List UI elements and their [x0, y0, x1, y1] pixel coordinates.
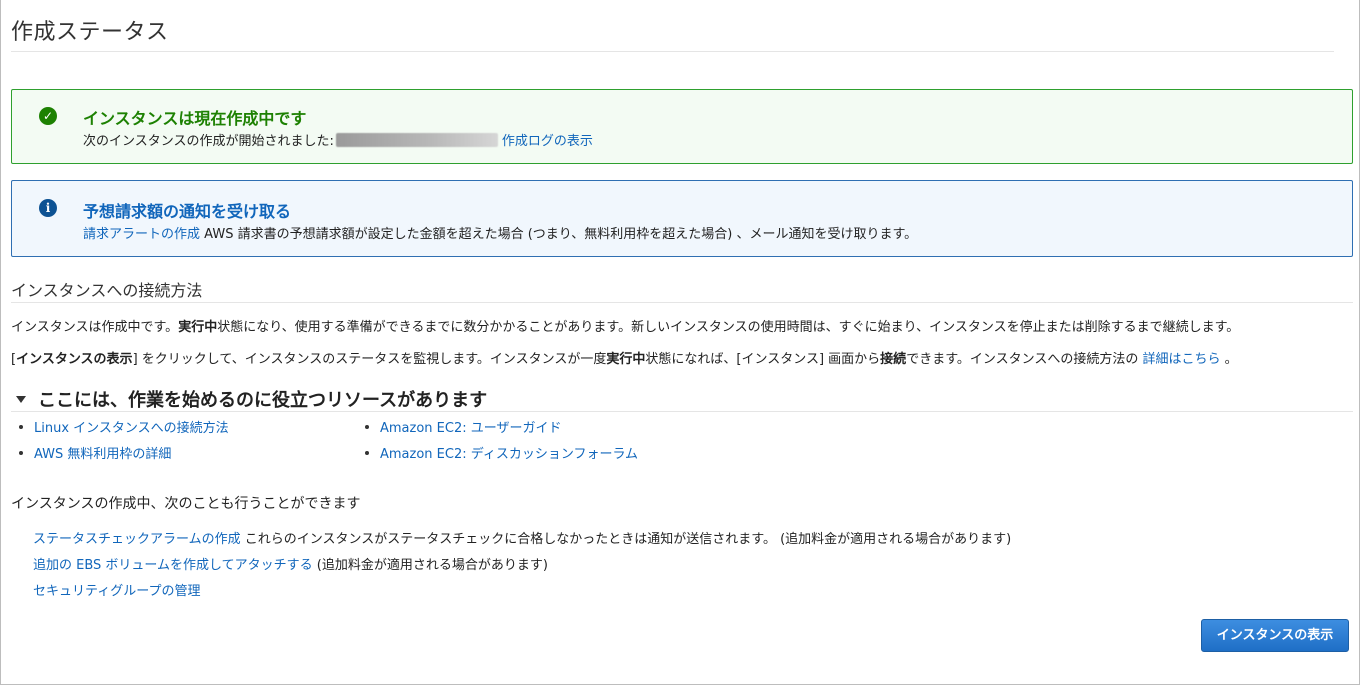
create-billing-alert-link[interactable]: 請求アラートの作成 [83, 227, 200, 242]
success-alert-heading: インスタンスは現在作成中です [83, 109, 307, 128]
action-note: (追加料金が適用される場合があります) [312, 558, 548, 573]
bullet-icon [365, 451, 369, 455]
resource-link-free-tier[interactable]: AWS 無料利用枠の詳細 [34, 447, 171, 462]
success-alert: ✓ インスタンスは現在作成中です 次のインスタンスの作成が開始されました: 作成ロ… [11, 89, 1353, 164]
p2-text-g: できます。インスタンスへの接続方法の [906, 352, 1143, 367]
page-title: 作成ステータス [11, 20, 169, 45]
p2-text-h: 。 [1220, 352, 1238, 367]
caret-down-icon [16, 396, 26, 403]
resources-divider [11, 411, 1353, 412]
bullet-icon [365, 425, 369, 429]
bullet-icon [19, 451, 23, 455]
create-ebs-volume-link[interactable]: 追加の EBS ボリュームを作成してアタッチする [33, 558, 313, 573]
also-heading: インスタンスの作成中、次のことも行うことができます [11, 496, 361, 512]
p2-bold-connect: 接続 [880, 352, 907, 367]
billing-alert-heading: 予想請求額の通知を受け取る [83, 202, 292, 221]
p2-bold-view-instances: インスタンスの表示 [16, 352, 133, 367]
action-item: セキュリティグループの管理 [33, 580, 200, 599]
resources-heading: ここには、作業を始めるのに役立つリソースがあります [38, 390, 488, 411]
billing-alert-body: 請求アラートの作成 AWS 請求書の予想請求額が設定した金額を超えた場合 (つま… [83, 223, 917, 242]
manage-security-groups-link[interactable]: セキュリティグループの管理 [33, 584, 200, 599]
p2-text-c: ] をクリックして、インスタンスのステータスを監視します。インスタンスが一度 [132, 352, 607, 367]
billing-alert: i 予想請求額の通知を受け取る 請求アラートの作成 AWS 請求書の予想請求額が… [11, 180, 1353, 257]
connect-heading: インスタンスへの接続方法 [11, 281, 203, 300]
p1-text-a: インスタンスは作成中です。 [11, 320, 179, 335]
resource-link-forum[interactable]: Amazon EC2: ディスカッションフォーラム [380, 447, 638, 462]
resource-list-item: Amazon EC2: ユーザーガイド [365, 417, 562, 436]
resource-link-linux-connect[interactable]: Linux インスタンスへの接続方法 [34, 421, 229, 436]
action-note: これらのインスタンスがステータスチェックに合格しなかったときは通知が送信されます… [240, 532, 1012, 547]
resource-list-item: Linux インスタンスへの接続方法 [19, 417, 229, 436]
view-instances-button[interactable]: インスタンスの表示 [1201, 619, 1349, 652]
action-item: ステータスチェックアラームの作成 これらのインスタンスがステータスチェックに合格… [33, 528, 1011, 547]
p1-bold-running: 実行中 [178, 320, 218, 335]
resource-list-item: Amazon EC2: ディスカッションフォーラム [365, 443, 638, 462]
bullet-icon [19, 425, 23, 429]
connect-divider [11, 302, 1353, 303]
connect-paragraph-1: インスタンスは作成中です。実行中状態になり、使用する準備ができるまでに数分かかる… [11, 316, 1239, 335]
success-alert-text: 次のインスタンスの作成が開始されました: [83, 134, 334, 149]
create-status-check-alarm-link[interactable]: ステータスチェックアラームの作成 [33, 532, 241, 547]
connect-paragraph-2: [インスタンスの表示] をクリックして、インスタンスのステータスを監視します。イ… [11, 348, 1238, 367]
action-item: 追加の EBS ボリュームを作成してアタッチする (追加料金が適用される場合があ… [33, 554, 548, 573]
resource-list-item: AWS 無料利用枠の詳細 [19, 443, 171, 462]
redacted-instance-id [335, 133, 498, 147]
p2-bold-running: 実行中 [606, 352, 646, 367]
learn-more-link[interactable]: 詳細はこちら [1143, 352, 1221, 367]
success-alert-body: 次のインスタンスの作成が開始されました: 作成ログの表示 [83, 130, 593, 149]
check-circle-icon: ✓ [39, 107, 57, 125]
p1-text-c: 状態になり、使用する準備ができるまでに数分かかることがあります。新しいインスタン… [217, 320, 1240, 335]
p2-text-e: 状態になれば、[インスタンス] 画面から [645, 352, 881, 367]
info-circle-icon: i [39, 199, 57, 217]
billing-alert-text: AWS 請求書の予想請求額が設定した金額を超えた場合 (つまり、無料利用枠を超え… [204, 227, 918, 242]
creation-log-link[interactable]: 作成ログの表示 [502, 134, 593, 149]
title-divider [11, 51, 1334, 52]
resources-toggle[interactable]: ここには、作業を始めるのに役立つリソースがあります [11, 386, 487, 412]
resource-link-user-guide[interactable]: Amazon EC2: ユーザーガイド [380, 421, 562, 436]
